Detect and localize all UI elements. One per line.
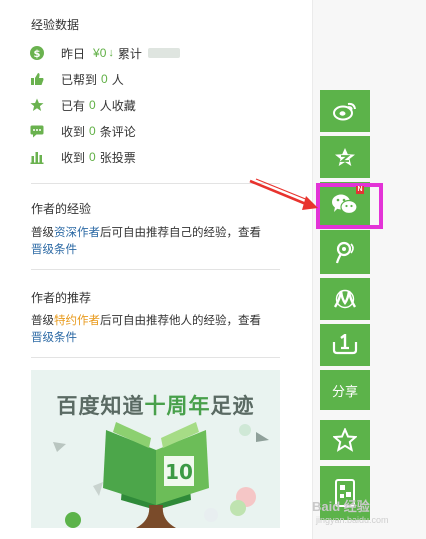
helped-count: 0 xyxy=(101,72,108,86)
favorites-count: 0 xyxy=(89,98,96,112)
share-button[interactable]: 分享 xyxy=(320,370,370,410)
renren-icon xyxy=(333,289,357,309)
qzone-share-button[interactable] xyxy=(320,136,370,178)
votes-count: 0 xyxy=(89,150,96,164)
divider xyxy=(31,357,280,358)
stat-helped: 已帮到 0 人 xyxy=(30,70,124,88)
thumbs-up-icon xyxy=(30,72,44,86)
stat-comments: 收到 0 条评论 xyxy=(30,122,136,140)
qzone-icon xyxy=(335,148,355,166)
author-recommend-text-1: 普级 xyxy=(31,315,54,327)
weibo-share-button[interactable] xyxy=(320,90,370,132)
divider xyxy=(31,183,280,184)
experience-data-title: 经验数据 xyxy=(31,18,80,32)
red-arrow-annotation xyxy=(249,178,318,210)
cumulative-value-blurred xyxy=(147,48,180,58)
tencent-weibo-share-button[interactable] xyxy=(320,230,370,274)
author-recommend-text-2: 后可自由推荐他人的经验，查看 xyxy=(100,315,261,327)
upgrade-conditions-link[interactable]: 晋级条件 xyxy=(31,332,77,344)
comments-count: 0 xyxy=(89,124,96,138)
helped-prefix: 已帮到 xyxy=(61,72,98,87)
divider xyxy=(31,269,280,270)
kaixin-share-button[interactable] xyxy=(320,324,370,366)
helped-suffix: 人 xyxy=(111,72,124,87)
stat-favorites: 已有 0 人收藏 xyxy=(30,96,136,114)
wechat-highlight-box xyxy=(316,183,383,229)
kaixin-icon xyxy=(332,334,358,355)
down-arrow-icon: ↓ xyxy=(108,47,114,59)
special-author-link[interactable]: 特约作者 xyxy=(54,315,100,327)
author-experience-text: 普级资深作者后可自由推荐自己的经验，查看 晋级条件 xyxy=(31,225,286,259)
author-experience-text-1: 普级 xyxy=(31,227,54,239)
star-icon xyxy=(30,98,44,112)
upgrade-conditions-link[interactable]: 晋级条件 xyxy=(31,244,77,256)
author-experience-title: 作者的经验 xyxy=(31,202,92,216)
votes-suffix: 张投票 xyxy=(99,150,136,165)
senior-author-link[interactable]: 资深作者 xyxy=(54,227,100,239)
renren-share-button[interactable] xyxy=(320,278,370,320)
baidu-jingyan-watermark-url: jingyan.baidu.com xyxy=(316,515,389,525)
weibo-icon xyxy=(333,102,356,121)
svg-text:$: $ xyxy=(34,49,41,60)
cumulative-label: 累计 xyxy=(117,46,142,61)
comments-prefix: 收到 xyxy=(61,124,86,139)
author-recommend-text: 普级特约作者后可自由推荐他人的经验，查看 晋级条件 xyxy=(31,313,286,347)
comments-suffix: 条评论 xyxy=(99,124,136,139)
comment-icon xyxy=(30,124,44,138)
bar-chart-icon xyxy=(30,150,44,164)
star-outline-icon xyxy=(333,428,357,452)
author-experience-text-2: 后可自由推荐自己的经验，查看 xyxy=(100,227,261,239)
favorite-button[interactable] xyxy=(320,420,370,460)
author-recommend-title: 作者的推荐 xyxy=(31,291,92,305)
favorites-prefix: 已有 xyxy=(61,98,86,113)
votes-prefix: 收到 xyxy=(61,150,86,165)
banner-illustration: 10 xyxy=(53,422,269,528)
dollar-icon: $ xyxy=(30,46,44,60)
baidu-jingyan-watermark: Baid 经验 xyxy=(312,499,370,514)
stat-votes: 收到 0 张投票 xyxy=(30,148,136,166)
new-badge: N xyxy=(356,186,364,194)
yesterday-value: ¥0 xyxy=(93,46,107,60)
stat-yesterday: $ 昨日 ¥0 ↓ 累计 xyxy=(30,44,180,62)
share-label: 分享 xyxy=(331,383,358,399)
yesterday-label: 昨日 xyxy=(61,46,86,61)
banner-book-number: 10 xyxy=(165,460,193,484)
favorites-suffix: 人收藏 xyxy=(99,98,136,113)
baidu-zhidao-10th-anniversary-banner[interactable]: 百度知道十周年足迹 10 xyxy=(31,370,280,528)
tencent-weibo-icon xyxy=(335,241,354,264)
